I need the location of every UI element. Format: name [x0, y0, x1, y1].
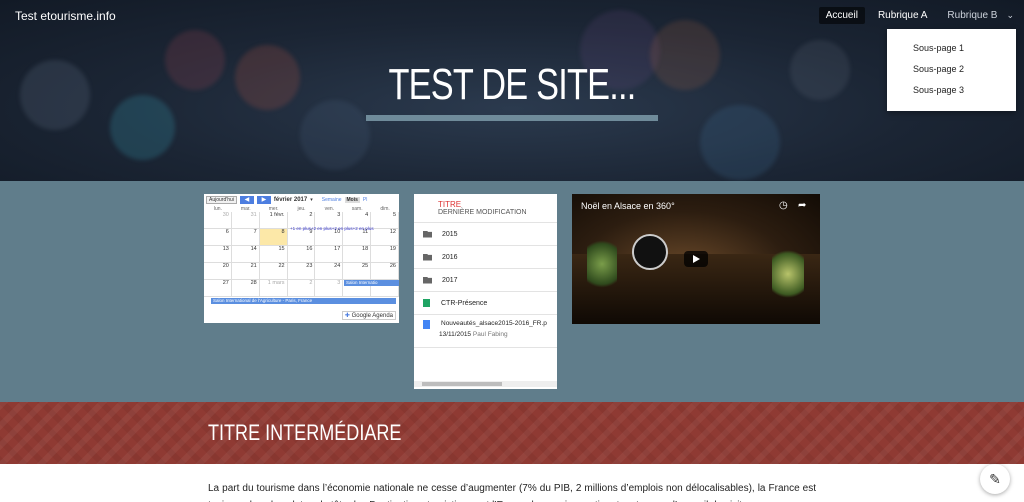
calendar-tab-week[interactable]: Semaine [322, 197, 342, 203]
calendar-widget: Aujourd'hui ◀ ▶ février 2017 ▾ Semaine M… [204, 194, 399, 323]
calendar-month-dropdown-icon[interactable]: ▾ [310, 197, 313, 203]
drive-item-name: Nouveautés_alsace2015-2016_FR.p [441, 320, 547, 327]
hero-title: TEST DE SITE... [388, 60, 636, 109]
calendar-day-cell[interactable]: 2 [287, 280, 316, 297]
drive-folder-row[interactable]: 2017 [414, 268, 557, 291]
drive-file-details: Nouveautés_alsace2015-2016_FR.p 13/11/20… [439, 320, 547, 338]
site-title[interactable]: Test etourisme.info [15, 9, 116, 23]
nav-dropdown-menu: Sous-page 1 Sous-page 2 Sous-page 3 [887, 29, 1016, 111]
content-paragraph: La part du tourisme dans l’économie nati… [208, 483, 816, 502]
main-nav: Accueil Rubrique A Rubrique B ⌄ [818, 7, 1014, 24]
dropdown-item-sous-page-1[interactable]: Sous-page 1 [887, 38, 1016, 59]
clock-icon[interactable]: ◷ [779, 200, 788, 211]
section-title: TITRE INTERMÉDIARE [208, 420, 402, 445]
calendar-day-cell[interactable]: 17 [315, 246, 344, 263]
calendar-day-cell[interactable]: 26 [371, 263, 399, 280]
hero-header: Test etourisme.info Accueil Rubrique A R… [0, 0, 1024, 181]
calendar-tab-agenda[interactable]: Pl [363, 197, 367, 203]
drive-folder-row[interactable]: 2016 [414, 245, 557, 268]
chevron-left-icon[interactable]: ◀ [239, 196, 254, 204]
calendar-day-cell[interactable]: 19 [371, 246, 399, 263]
play-button[interactable] [684, 251, 708, 267]
video-scene-tree [772, 244, 804, 304]
dropdown-item-sous-page-3[interactable]: Sous-page 3 [887, 80, 1016, 101]
calendar-day-cell[interactable]: 28 [231, 280, 260, 297]
folder-icon [423, 230, 432, 238]
calendar-day-cell[interactable]: 21 [231, 263, 260, 280]
calendar-day-cell[interactable]: 27 [204, 280, 232, 297]
google-agenda-badge[interactable]: ✚ Google Agenda [341, 311, 396, 320]
drive-item-date: 13/11/2015 [439, 331, 472, 338]
drive-item-name: 2016 [442, 253, 458, 261]
drive-item-name: CTR-Présence [441, 299, 488, 307]
document-icon [423, 320, 430, 329]
calendar-day-cell[interactable]: 15 [259, 246, 288, 263]
calendar-toolbar: Aujourd'hui ◀ ▶ février 2017 ▾ Semaine M… [204, 194, 399, 206]
folder-icon [423, 276, 432, 284]
nav-item-accueil[interactable]: Accueil [818, 7, 865, 24]
bokeh-light [300, 100, 370, 170]
calendar-day-cell[interactable]: 22 [259, 263, 288, 280]
calendar-more-events-link[interactable]: +1 en plus+2 en plus+2 en plus+2 en plus [288, 226, 398, 232]
google-agenda-label: Google Agenda [351, 313, 393, 319]
drive-file-row[interactable]: CTR-Présence [414, 291, 557, 314]
calendar-month-label: février 2017 [273, 197, 308, 203]
drive-item-author: Paul Fabing [472, 331, 508, 338]
nav-item-rubrique-a[interactable]: Rubrique A [871, 7, 934, 24]
drive-column-modified[interactable]: DERNIÈRE MODIFICATION [414, 209, 557, 216]
section-title-band: TITRE INTERMÉDIARE [0, 402, 1024, 464]
drive-item-name: 2015 [442, 230, 458, 238]
calendar-day-cell[interactable]: 14 [231, 246, 260, 263]
horizontal-scrollbar[interactable] [414, 381, 557, 387]
drive-folder-row[interactable]: 2015 [414, 222, 557, 245]
calendar-day-cell[interactable]: 3 [315, 280, 344, 297]
calendar-tab-month[interactable]: Mois [344, 197, 360, 203]
hero-underline [366, 115, 658, 121]
bokeh-light [700, 105, 780, 180]
edit-pencil-button[interactable]: ✎ [980, 464, 1010, 494]
video-scene-tree [587, 234, 617, 294]
calendar-day-cell[interactable]: 7 [231, 229, 260, 246]
calendar-day-cell[interactable]: 1 mars [259, 280, 288, 297]
calendar-day-cell[interactable]: 1 févr. [259, 212, 288, 229]
calendar-day-cell[interactable]: 20 [204, 263, 232, 280]
chevron-right-icon[interactable]: ▶ [256, 196, 271, 204]
dropdown-item-sous-page-2[interactable]: Sous-page 2 [887, 59, 1016, 80]
calendar-day-cell[interactable]: 23 [287, 263, 316, 280]
video-title[interactable]: Noël en Alsace en 360° [581, 201, 675, 211]
drive-item-name: 2017 [442, 276, 458, 284]
folder-icon [423, 253, 432, 261]
video-360-logo [632, 234, 668, 270]
calendar-event[interactable]: Salon Internatio [344, 280, 399, 286]
drive-file-row[interactable]: Nouveautés_alsace2015-2016_FR.p 13/11/20… [414, 314, 557, 348]
plus-icon: ✚ [344, 313, 350, 319]
calendar-day-cell[interactable]: 16 [287, 246, 316, 263]
calendar-day-cell[interactable]: 31 [231, 212, 260, 229]
drive-folder-widget: TITRE DERNIÈRE MODIFICATION 2015 2016 20… [414, 194, 557, 389]
calendar-day-cell[interactable]: 24 [315, 263, 344, 280]
calendar-day-cell[interactable]: 18 [343, 246, 372, 263]
spreadsheet-icon [423, 299, 430, 307]
video-player[interactable]: Noël en Alsace en 360° ◷ ➦ [572, 194, 820, 324]
calendar-day-cell[interactable]: 6 [204, 229, 232, 246]
drive-column-title[interactable]: TITRE [414, 194, 557, 209]
calendar-today-button[interactable]: Aujourd'hui [206, 196, 237, 204]
pencil-icon: ✎ [989, 471, 1001, 487]
bokeh-light [20, 60, 90, 130]
chevron-down-icon[interactable]: ⌄ [1006, 10, 1014, 21]
calendar-day-cell[interactable]: 13 [204, 246, 232, 263]
calendar-day-cell[interactable]: 30 [204, 212, 232, 229]
calendar-event[interactable]: Salon International de l'Agriculture - P… [211, 298, 396, 304]
share-icon[interactable]: ➦ [798, 200, 806, 211]
calendar-day-cell[interactable]: 8 [259, 229, 288, 246]
calendar-day-cell[interactable]: 25 [343, 263, 372, 280]
nav-item-rubrique-b[interactable]: Rubrique B [940, 7, 1004, 24]
scrollbar-thumb[interactable] [422, 382, 502, 386]
